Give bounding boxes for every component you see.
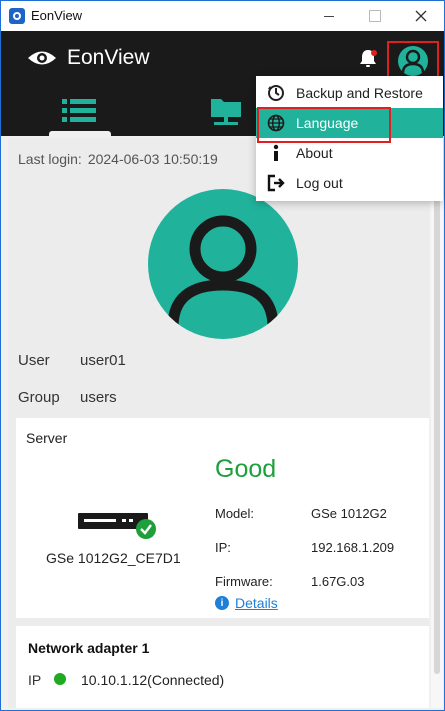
- group-row: Group users: [18, 389, 117, 406]
- menu-item-label: About: [296, 145, 333, 161]
- scrollbar-thumb[interactable]: [434, 144, 440, 674]
- menu-item-label: Log out: [296, 175, 343, 191]
- network-adapter-card: Network adapter 1 IP 10.10.1.12(Connecte…: [16, 626, 429, 708]
- connected-status-dot: [54, 673, 66, 685]
- model-value: GSe 1012G2: [311, 506, 387, 521]
- network-folder-icon: [211, 99, 241, 125]
- language-highlight-box: [257, 107, 391, 143]
- info-icon: [273, 144, 279, 161]
- network-ip-label: IP: [28, 672, 42, 688]
- menu-item-backup-restore[interactable]: Backup and Restore: [256, 78, 443, 108]
- server-section-title: Server: [26, 430, 68, 446]
- details-link-label[interactable]: Details: [235, 595, 278, 611]
- eye-logo-icon: [28, 51, 56, 65]
- model-label: Model:: [215, 506, 255, 521]
- backup-icon: [268, 85, 284, 101]
- info-icon: i: [215, 596, 229, 610]
- network-ip-value: 10.10.1.12(Connected): [81, 672, 225, 688]
- close-icon: [415, 10, 427, 22]
- server-device-name: GSe 1012G2_CE7D1: [46, 550, 181, 566]
- server-ip-row: IP: 192.168.1.209: [215, 540, 394, 555]
- app-icon: [9, 8, 25, 24]
- network-adapter-title: Network adapter 1: [28, 640, 150, 656]
- server-card: Server GSe 1012G2_CE7D1 Good Model: GSe 1…: [16, 418, 429, 618]
- user-avatar: [148, 189, 298, 339]
- maximize-button[interactable]: [352, 1, 398, 31]
- brand-name: EonView: [67, 46, 150, 69]
- app-window: EonView EonView Last login: 2024-06-03 1…: [0, 0, 445, 711]
- vertical-scrollbar[interactable]: [431, 138, 443, 708]
- last-login-value: 2024-06-03 10:50:19: [87, 151, 218, 167]
- user-avatar-icon: [167, 215, 279, 328]
- nas-device-icon: [78, 513, 156, 539]
- close-button[interactable]: [398, 1, 444, 31]
- last-login: Last login: 2024-06-03 10:50:19: [18, 151, 218, 167]
- tab-list[interactable]: [25, 86, 135, 136]
- last-login-label: Last login:: [18, 151, 82, 167]
- logout-icon: [267, 174, 285, 192]
- details-link[interactable]: i Details: [215, 595, 278, 611]
- window-title: EonView: [31, 8, 83, 23]
- server-status: Good: [215, 455, 277, 483]
- notification-bell-icon[interactable]: [357, 47, 379, 69]
- user-row: User user01: [18, 352, 126, 369]
- firmware-row: Firmware: 1.67G.03: [215, 574, 365, 589]
- group-value: users: [80, 389, 117, 406]
- active-tab-indicator: [49, 131, 111, 136]
- list-icon: [62, 99, 96, 122]
- server-ip-value: 192.168.1.209: [311, 540, 395, 555]
- minimize-button[interactable]: [306, 1, 352, 31]
- menu-item-logout[interactable]: Log out: [256, 168, 443, 198]
- firmware-label: Firmware:: [215, 574, 273, 589]
- model-row: Model: GSe 1012G2: [215, 506, 387, 521]
- main-content: Last login: 2024-06-03 10:50:19 User user0…: [8, 138, 429, 708]
- user-menu-button[interactable]: [387, 41, 439, 81]
- firmware-value: 1.67G.03: [311, 574, 365, 589]
- group-label: Group: [18, 389, 60, 406]
- avatar-icon: [398, 46, 428, 76]
- server-ip-label: IP:: [215, 540, 231, 555]
- title-bar: EonView: [1, 1, 444, 31]
- user-label: User: [18, 352, 50, 369]
- user-value: user01: [80, 352, 126, 369]
- menu-item-label: Backup and Restore: [296, 85, 423, 101]
